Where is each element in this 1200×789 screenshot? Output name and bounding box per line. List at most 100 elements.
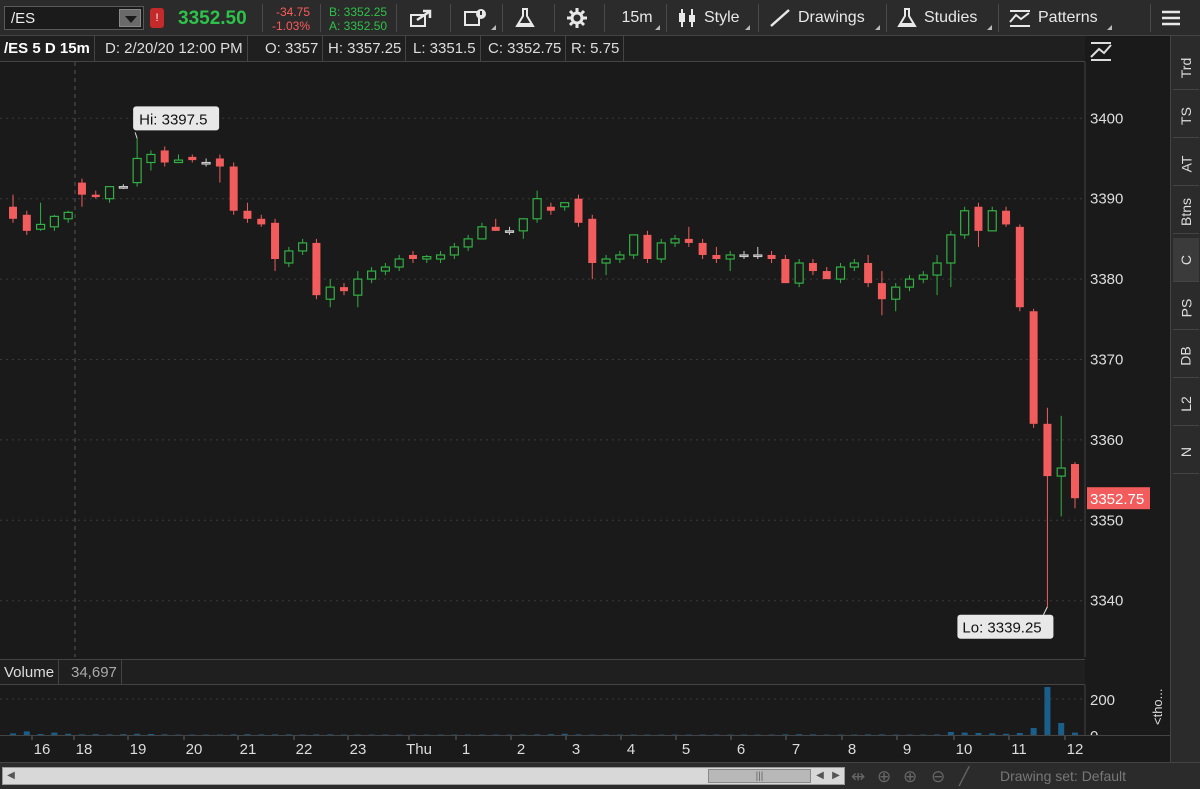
- scroll-left-arrow-icon[interactable]: ◀: [813, 769, 827, 783]
- alert-button[interactable]: [462, 0, 498, 36]
- side-tab-label: PS: [1178, 298, 1194, 317]
- menu-button[interactable]: [1160, 0, 1190, 36]
- scroll-right-arrow-icon[interactable]: ▶: [829, 769, 843, 783]
- time-tick-label: 11: [1011, 741, 1027, 758]
- candle-body: [615, 254, 625, 260]
- time-axis[interactable]: 16 18 19 20 21 22 23 Thu 1 2 3 4 5 6 7 8 9 10 11 12: [0, 735, 1170, 759]
- side-tab-label: N: [1178, 446, 1194, 457]
- candle-body: [463, 238, 473, 248]
- side-tab-btns[interactable]: Btns: [1173, 190, 1199, 234]
- drawing-set-label[interactable]: Drawing set: Default: [1000, 768, 1126, 784]
- candle-body: [877, 283, 886, 300]
- price-chart[interactable]: 3340 3350 3360 3370 3380 3390 3400 Hi: 3397.5 L…: [0, 62, 1170, 657]
- settings-button[interactable]: [566, 0, 592, 36]
- gear-icon: [567, 8, 587, 28]
- share-button[interactable]: [408, 0, 444, 36]
- net-change: -34.75 -1.03%: [272, 5, 310, 33]
- last-price: 3352.50: [178, 8, 247, 29]
- candle-body: [739, 254, 749, 258]
- side-tab-ts[interactable]: TS: [1173, 94, 1199, 138]
- chart-description[interactable]: /ES 5 D 15m: [0, 36, 95, 62]
- side-tab-label: TS: [1177, 106, 1194, 125]
- candle-body: [684, 238, 693, 243]
- drawings-button[interactable]: Drawings: [768, 0, 882, 36]
- side-tab-ps[interactable]: PS: [1173, 286, 1199, 330]
- candle-body: [435, 254, 446, 260]
- candle-body: [725, 254, 735, 260]
- time-tick-label: 16: [34, 741, 51, 758]
- volume-label[interactable]: Volume: [0, 660, 60, 686]
- candle-body: [35, 223, 46, 230]
- candle-body: [188, 156, 197, 161]
- toolbar-divider: [886, 4, 887, 32]
- candle-body: [1002, 210, 1011, 225]
- time-tick-label: 22: [296, 741, 313, 758]
- scroll-left-arrow-icon[interactable]: ◀: [4, 769, 18, 783]
- symbol-selector[interactable]: /ES: [4, 6, 144, 30]
- axis-scale-icon: [1090, 42, 1112, 61]
- pencil-icon[interactable]: ╱: [959, 767, 969, 787]
- side-panel: Trd TS AT Btns C PS DB L2 N: [1170, 36, 1200, 766]
- time-tick-label: 6: [737, 741, 745, 758]
- symbol-dropdown-button[interactable]: [119, 9, 141, 27]
- caret-icon: [875, 25, 880, 30]
- candle-body: [560, 202, 570, 208]
- toolbar-divider: [554, 4, 555, 32]
- flask-button[interactable]: [514, 0, 550, 36]
- volume-bar: [1030, 728, 1037, 735]
- crosshair-icon[interactable]: ⊕: [877, 767, 891, 787]
- volume-chart[interactable]: 200 0 <tho...: [0, 685, 1170, 735]
- expand-axis-button[interactable]: [1088, 40, 1114, 62]
- candle-body: [767, 254, 776, 259]
- bar-date: D: 2/20/20 12:00 PM: [101, 36, 248, 62]
- candle-body: [932, 262, 942, 276]
- last-price-tag-label: 3352.75: [1090, 491, 1144, 508]
- time-tick-label: 1: [462, 741, 470, 758]
- candle-body: [918, 274, 928, 280]
- volume-header: Volume 34,697: [0, 659, 1085, 686]
- time-tick-label: 19: [130, 741, 147, 758]
- side-tab-n[interactable]: N: [1173, 430, 1199, 474]
- studies-button[interactable]: Studies: [896, 0, 994, 36]
- candle-body: [1043, 423, 1052, 477]
- caret-icon: [655, 25, 660, 30]
- expand-icon[interactable]: ⇹: [851, 767, 865, 787]
- side-tab-db[interactable]: DB: [1173, 334, 1199, 378]
- candle-body: [257, 218, 266, 225]
- candle-body: [312, 242, 321, 296]
- net-change-percent: -1.03%: [272, 19, 311, 33]
- toolbar-divider: [604, 4, 605, 32]
- candle-body: [712, 254, 721, 259]
- price-chart-svg[interactable]: 3340 3350 3360 3370 3380 3390 3400 Hi: 3397.5 L…: [0, 62, 1170, 657]
- candle-body: [160, 150, 169, 163]
- candle-body: [974, 206, 983, 231]
- bar-close: C: 3352.75: [484, 36, 567, 62]
- horizontal-scrollbar[interactable]: ◀ ||| ◀ ▶: [2, 767, 845, 785]
- scroll-thumb[interactable]: |||: [708, 769, 811, 783]
- pencil-line-icon: [770, 9, 790, 27]
- patterns-button[interactable]: Patterns: [1008, 0, 1114, 36]
- bar-high: H: 3357.25: [324, 36, 407, 62]
- candle-body: [366, 270, 377, 280]
- timeframe-button[interactable]: 15m: [612, 0, 662, 36]
- studies-label: Studies: [924, 9, 978, 26]
- caret-icon: [491, 25, 496, 30]
- side-tab-at[interactable]: AT: [1173, 142, 1199, 186]
- volume-tick-label: 200: [1090, 692, 1115, 709]
- bar-low: L: 3351.5: [409, 36, 481, 62]
- candle-body: [864, 263, 873, 284]
- toolbar-divider: [758, 4, 759, 32]
- zoom-out-icon[interactable]: ⊖: [931, 767, 945, 787]
- candle-body: [353, 278, 363, 296]
- side-tab-trd[interactable]: Trd: [1173, 46, 1199, 90]
- candle-body: [960, 210, 970, 236]
- style-button[interactable]: Style: [676, 0, 752, 36]
- side-tab-l2[interactable]: L2: [1173, 382, 1199, 426]
- zoom-in-icon[interactable]: ⊕: [903, 767, 917, 787]
- time-tick-label: 5: [682, 741, 690, 758]
- side-tab-c[interactable]: C: [1173, 238, 1199, 282]
- bid-price: B: 3352.25: [329, 5, 388, 19]
- link-badge[interactable]: !: [150, 8, 164, 28]
- caret-icon: [1107, 25, 1112, 30]
- candle-body: [132, 157, 142, 184]
